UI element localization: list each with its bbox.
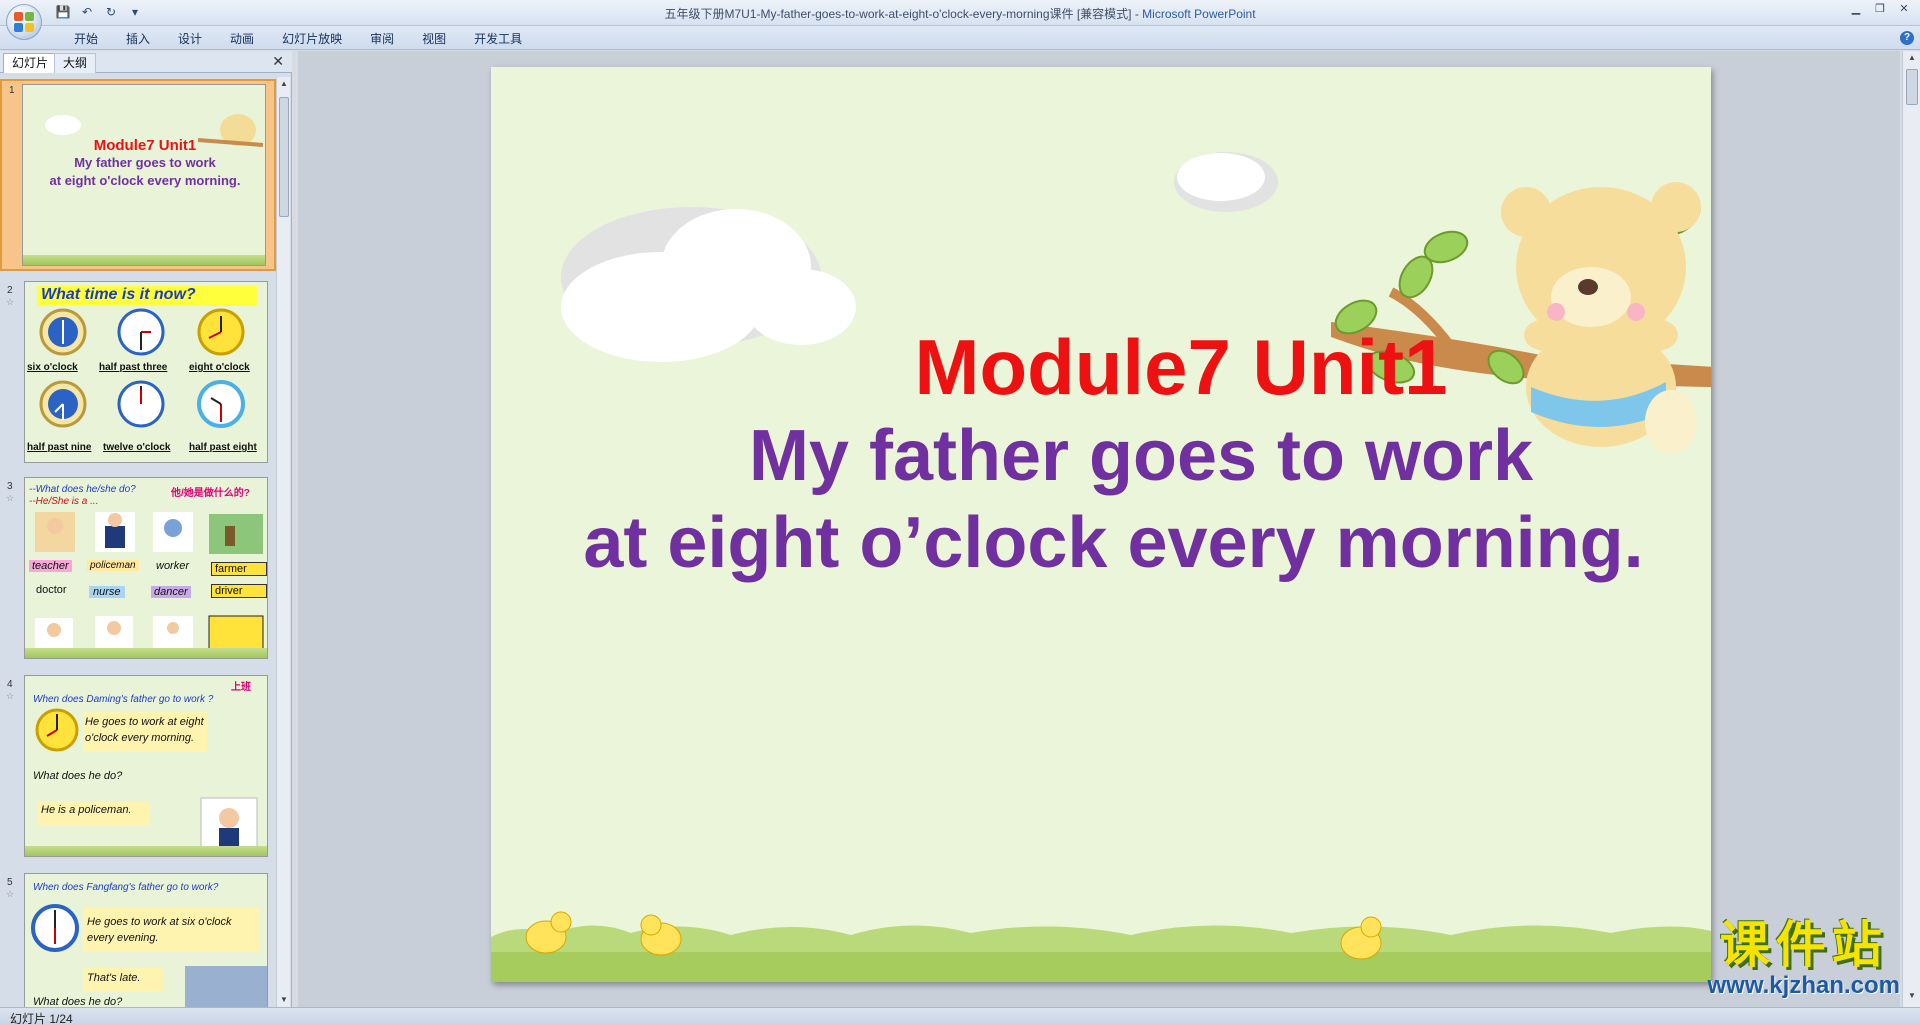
scroll-thumb[interactable]	[1906, 69, 1918, 105]
scroll-thumb[interactable]	[279, 97, 289, 217]
scroll-down-icon[interactable]: ▼	[1903, 989, 1920, 1003]
window-controls: ▁ ❐ ✕	[1848, 2, 1912, 16]
tab-slides[interactable]: 幻灯片	[3, 53, 58, 73]
thumb-tag: 上班	[231, 682, 251, 693]
title-bar: 💾 ↶ ↻ ▾ 五年级下册M7U1-My-father-goes-to-work…	[0, 0, 1920, 40]
job-label: policeman	[87, 560, 139, 571]
slide-thumbnail-2[interactable]: 2 ☆ What time is it now? six o'clock hal…	[0, 281, 276, 471]
clock-label-1: six o'clock	[27, 362, 78, 373]
tab-insert[interactable]: 插入	[112, 29, 164, 49]
thumb-question: When does Daming's father go to work ?	[33, 694, 214, 705]
job-label: nurse	[89, 586, 125, 598]
thumb-question-2: What does he do?	[33, 996, 123, 1007]
slide-thumbnail-3[interactable]: 3 ☆ --What does he/she do? 他/她是做什么的? --H…	[0, 477, 276, 667]
document-title: 五年级下册M7U1-My-father-goes-to-work-at-eigh…	[664, 7, 1143, 21]
window-title: 五年级下册M7U1-My-father-goes-to-work-at-eigh…	[0, 5, 1920, 22]
slide-preview: Module7 Unit1 My father goes to work at …	[22, 84, 266, 266]
slide-preview: --What does he/she do? 他/她是做什么的? --He/Sh…	[24, 477, 268, 659]
grass-decoration	[23, 255, 265, 265]
tab-developer[interactable]: 开发工具	[460, 29, 536, 49]
app-name: Microsoft PowerPoint	[1142, 7, 1256, 21]
tab-home[interactable]: 开始	[60, 29, 112, 49]
slide-number: 4	[7, 679, 13, 690]
slide-preview: What time is it now? six o'clock half pa…	[24, 281, 268, 463]
slide-number: 5	[7, 877, 13, 888]
animation-star-icon: ☆	[6, 297, 15, 307]
close-panel-icon[interactable]: ✕	[272, 53, 284, 70]
tab-view[interactable]: 视图	[408, 29, 460, 49]
thumb-note: That's late.	[87, 972, 141, 984]
cloud-icon	[1174, 152, 1278, 212]
thumbnail-list: 1 Module7 Unit1 My father goes to work a…	[0, 77, 276, 1007]
clock-label-4: half past nine	[27, 442, 92, 453]
watermark-logo-text: 课件站	[1719, 916, 1888, 974]
watermark: 课件站 www.kjzhan.com	[1708, 917, 1900, 999]
current-slide[interactable]: Module7 Unit1 My father goes to work at …	[491, 67, 1711, 982]
slide-preview: 上班 When does Daming's father go to work …	[24, 675, 268, 857]
office-button[interactable]	[6, 4, 42, 40]
scroll-up-icon[interactable]: ▲	[277, 77, 291, 91]
slide-thumbnail-1[interactable]: 1 Module7 Unit1 My father goes to work a…	[0, 79, 276, 271]
thumb-line3: at eight o'clock every morning.	[49, 173, 241, 188]
slide-thumbnail-5[interactable]: 5 ☆ When does Fangfang's father go to wo…	[0, 873, 276, 1007]
slide-thumbnail-4[interactable]: 4 ☆ 上班 When does Daming's father go to w…	[0, 675, 276, 865]
job-label: worker	[156, 560, 190, 572]
clock-label-3: eight o'clock	[189, 362, 250, 373]
slide-number: 1	[9, 85, 15, 96]
close-icon[interactable]: ✕	[1896, 2, 1912, 16]
scroll-up-icon[interactable]: ▲	[1903, 51, 1920, 65]
tab-slideshow[interactable]: 幻灯片放映	[268, 29, 356, 49]
panel-tabs: 幻灯片 大纲 ✕	[0, 51, 292, 73]
thumb-title: Module7 Unit1	[93, 137, 197, 154]
job-label: driver	[211, 584, 267, 598]
slide-preview: When does Fangfang's father go to work? …	[24, 873, 268, 1007]
tab-review[interactable]: 审阅	[356, 29, 408, 49]
thumb-heading: What time is it now?	[37, 286, 257, 306]
slide-scrollbar[interactable]: ▲ ▼	[1902, 51, 1920, 1007]
slide-subtitle-line-1[interactable]: My father goes to work	[491, 415, 1711, 497]
clocks-icon	[39, 308, 245, 428]
slide-title[interactable]: Module7 Unit1	[491, 322, 1711, 413]
watermark-url: www.kjzhan.com	[1707, 972, 1900, 999]
bear-icon	[1501, 182, 1701, 454]
grass-decoration	[25, 648, 267, 658]
slide-position: 幻灯片 1/24	[10, 1012, 73, 1025]
thumb-answer: He goes to work at six o'clock every eve…	[87, 916, 232, 944]
thumb-question: --What does he/she do?	[29, 484, 136, 495]
thumb-question-2: What does he do?	[33, 770, 123, 782]
slide-number: 3	[7, 481, 13, 492]
ribbon-tab-bar: 开始 插入 设计 动画 幻灯片放映 审阅 视图 开发工具 ?	[0, 26, 1920, 50]
scroll-down-icon[interactable]: ▼	[277, 993, 291, 1007]
animation-star-icon: ☆	[6, 889, 15, 899]
job-label: dancer	[151, 586, 191, 598]
animation-star-icon: ☆	[6, 493, 15, 503]
thumb-question-cn: 他/她是做什么的?	[171, 488, 250, 499]
slides-panel: 幻灯片 大纲 ✕ 1 Module7 Unit1 My father goes …	[0, 51, 292, 1007]
tab-outline[interactable]: 大纲	[54, 53, 97, 73]
slide-number: 2	[7, 285, 13, 296]
job-label: doctor	[36, 584, 67, 596]
help-icon[interactable]: ?	[1900, 31, 1914, 45]
job-label: farmer	[211, 562, 267, 576]
job-label: teacher	[29, 560, 72, 572]
thumb-question: When does Fangfang's father go to work?	[33, 882, 219, 893]
thumb-answer-2: He is a policeman.	[41, 804, 132, 816]
status-bar: 幻灯片 1/24	[0, 1007, 1920, 1025]
animation-star-icon: ☆	[6, 691, 15, 701]
minimize-icon[interactable]: ▁	[1848, 2, 1864, 16]
office-logo-icon	[14, 12, 34, 32]
thumb-answer: --He/She is a ...	[29, 496, 99, 507]
tab-animations[interactable]: 动画	[216, 29, 268, 49]
thumb-line2: My father goes to work	[74, 155, 216, 170]
clock-label-2: half past three	[99, 362, 168, 373]
clock-label-6: half past eight	[189, 442, 257, 453]
thumb-answer: He goes to work at eight o'clock every m…	[85, 716, 204, 744]
grass-decoration	[25, 846, 267, 856]
clock-label-5: twelve o'clock	[103, 442, 171, 453]
restore-icon[interactable]: ❐	[1872, 2, 1888, 16]
thumbnail-scrollbar[interactable]: ▲ ▼	[276, 77, 290, 1007]
tab-design[interactable]: 设计	[164, 29, 216, 49]
slide-subtitle-line-2[interactable]: at eight o’clock every morning.	[491, 502, 1711, 584]
